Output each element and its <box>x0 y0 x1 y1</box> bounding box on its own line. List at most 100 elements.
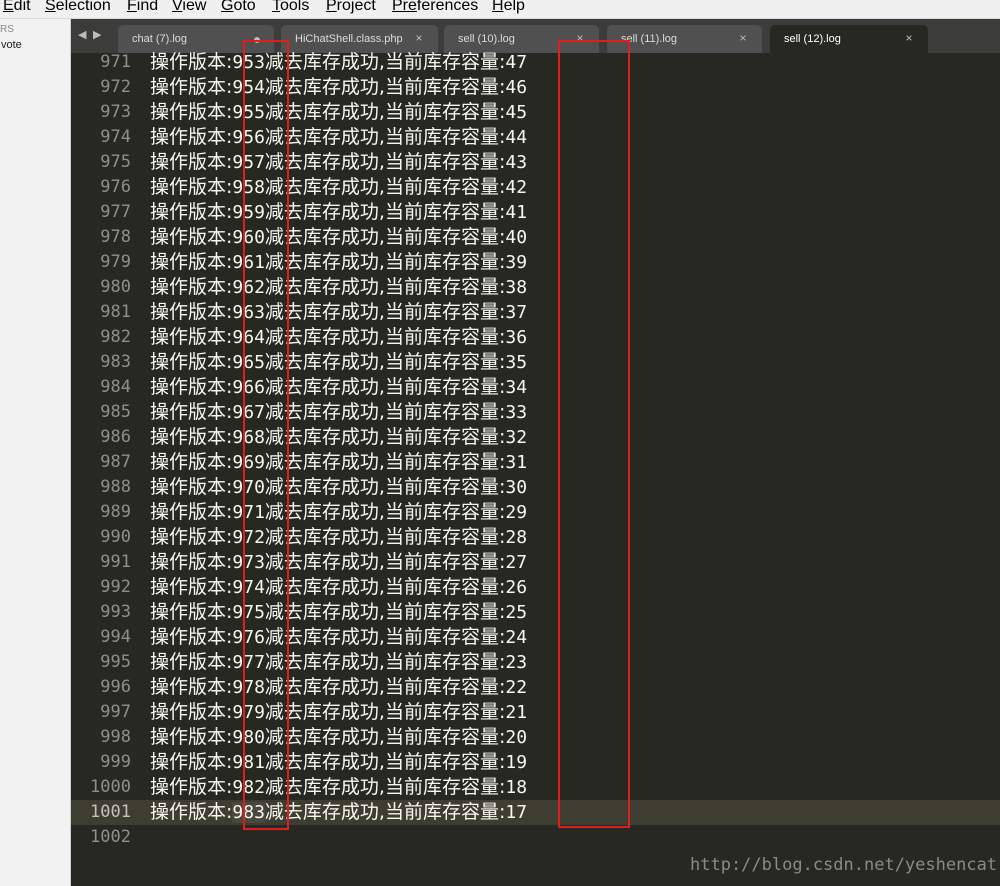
menu-item[interactable]: Preferences <box>392 0 478 14</box>
stock-quantity: 35 <box>505 352 528 373</box>
code-line: 操作版本:969减去库存成功,当前库存容量:31 <box>150 450 527 475</box>
line-number: 998 <box>100 727 131 747</box>
line-message: 减去库存成功,当前库存容量: <box>264 526 506 548</box>
menu-item[interactable]: Tools <box>272 0 309 14</box>
editor[interactable]: 971 972 973 974 975 976 977 978 979 980 981 982 983 9… <box>71 50 1000 886</box>
line-prefix: 操作版本: <box>150 201 233 223</box>
line-prefix: 操作版本: <box>150 476 233 498</box>
code-line: 操作版本:983减去库存成功,当前库存容量:17 <box>150 800 527 825</box>
code-line: 操作版本:959减去库存成功,当前库存容量:41 <box>150 200 527 225</box>
line-prefix: 操作版本: <box>150 676 233 698</box>
line-prefix: 操作版本: <box>150 51 233 73</box>
code-line: 操作版本:981减去库存成功,当前库存容量:19 <box>150 750 527 775</box>
tab-label: HiChatShell.class.php <box>295 33 403 45</box>
stock-quantity: 36 <box>505 327 528 348</box>
line-number: 995 <box>100 652 131 672</box>
stock-quantity: 17 <box>505 802 528 823</box>
line-prefix: 操作版本: <box>150 501 233 523</box>
code-line: 操作版本:976减去库存成功,当前库存容量:24 <box>150 625 527 650</box>
line-message: 减去库存成功,当前库存容量: <box>264 626 506 648</box>
line-message: 减去库存成功,当前库存容量: <box>264 101 506 123</box>
close-icon[interactable]: × <box>412 31 426 45</box>
tab[interactable]: sell (11).log × <box>607 25 762 53</box>
tab-scroll-right-icon[interactable]: ▶ <box>93 28 101 41</box>
line-message: 减去库存成功,当前库存容量: <box>264 226 506 248</box>
stock-quantity: 19 <box>505 752 528 773</box>
code-line: 操作版本:982减去库存成功,当前库存容量:18 <box>150 775 527 800</box>
stock-quantity: 31 <box>505 452 528 473</box>
line-prefix: 操作版本: <box>150 226 233 248</box>
line-message: 减去库存成功,当前库存容量: <box>264 451 506 473</box>
line-prefix: 操作版本: <box>150 451 233 473</box>
line-number: 989 <box>100 502 131 522</box>
line-number: 980 <box>100 277 131 297</box>
line-number: 994 <box>100 627 131 647</box>
tab[interactable]: HiChatShell.class.php × <box>281 25 438 53</box>
line-message: 减去库存成功,当前库存容量: <box>264 801 506 823</box>
line-prefix: 操作版本: <box>150 576 233 598</box>
line-prefix: 操作版本: <box>150 776 233 798</box>
line-number: 990 <box>100 527 131 547</box>
stock-quantity: 46 <box>505 77 528 98</box>
line-number: 972 <box>100 77 131 97</box>
stock-quantity: 32 <box>505 427 528 448</box>
code-line: 操作版本:964减去库存成功,当前库存容量:36 <box>150 325 527 350</box>
code-line: 操作版本:953减去库存成功,当前库存容量:47 <box>150 50 527 75</box>
stock-quantity: 42 <box>505 177 528 198</box>
watermark: http://blog.csdn.net/yeshencat <box>690 855 998 875</box>
code-line: 操作版本:974减去库存成功,当前库存容量:26 <box>150 575 527 600</box>
menu-item[interactable]: Goto <box>221 0 256 14</box>
sidebar-file-item[interactable]: vote <box>1 39 22 51</box>
stock-quantity: 30 <box>505 477 528 498</box>
stock-quantity: 41 <box>505 202 528 223</box>
stock-quantity: 40 <box>505 227 528 248</box>
tab-label: chat (7).log <box>132 33 188 45</box>
line-number: 988 <box>100 477 131 497</box>
stock-quantity: 44 <box>505 127 528 148</box>
code-line: 操作版本:962减去库存成功,当前库存容量:38 <box>150 275 527 300</box>
tab[interactable]: sell (12).log × <box>770 25 928 53</box>
menu-item[interactable]: Project <box>326 0 376 14</box>
tab-label: sell (10).log <box>458 33 515 45</box>
line-message: 减去库存成功,当前库存容量: <box>264 726 506 748</box>
menu-item[interactable]: View <box>172 0 206 14</box>
line-prefix: 操作版本: <box>150 401 233 423</box>
line-prefix: 操作版本: <box>150 701 233 723</box>
code-line: 操作版本:978减去库存成功,当前库存容量:22 <box>150 675 527 700</box>
line-message: 减去库存成功,当前库存容量: <box>264 426 506 448</box>
stock-quantity: 43 <box>505 152 528 173</box>
code-line: 操作版本:955减去库存成功,当前库存容量:45 <box>150 100 527 125</box>
line-prefix: 操作版本: <box>150 276 233 298</box>
menu-item[interactable]: Find <box>127 0 158 14</box>
line-prefix: 操作版本: <box>150 626 233 648</box>
stock-quantity: 26 <box>505 577 528 598</box>
line-message: 减去库存成功,当前库存容量: <box>264 651 506 673</box>
line-message: 减去库存成功,当前库存容量: <box>264 476 506 498</box>
line-message: 减去库存成功,当前库存容量: <box>264 501 506 523</box>
line-prefix: 操作版本: <box>150 126 233 148</box>
line-prefix: 操作版本: <box>150 376 233 398</box>
close-icon[interactable]: × <box>736 31 750 45</box>
code-line: 操作版本:979减去库存成功,当前库存容量:21 <box>150 700 527 725</box>
line-number: 974 <box>100 127 131 147</box>
line-message: 减去库存成功,当前库存容量: <box>264 376 506 398</box>
menu-item[interactable]: Edit <box>3 0 31 14</box>
line-prefix: 操作版本: <box>150 251 233 273</box>
code-line: 操作版本:977减去库存成功,当前库存容量:23 <box>150 650 527 675</box>
stock-quantity: 21 <box>505 702 528 723</box>
menu-item[interactable]: Selection <box>45 0 111 14</box>
code-line: 操作版本:960减去库存成功,当前库存容量:40 <box>150 225 527 250</box>
stock-quantity: 47 <box>505 52 528 73</box>
line-number: 976 <box>100 177 131 197</box>
code-line: 操作版本:971减去库存成功,当前库存容量:29 <box>150 500 527 525</box>
line-message: 减去库存成功,当前库存容量: <box>264 576 506 598</box>
close-icon[interactable]: × <box>902 31 916 45</box>
line-number: 975 <box>100 152 131 172</box>
line-message: 减去库存成功,当前库存容量: <box>264 76 506 98</box>
stock-quantity: 37 <box>505 302 528 323</box>
tab-scroll-left-icon[interactable]: ◀ <box>78 28 86 41</box>
stock-quantity: 25 <box>505 602 528 623</box>
menu-item[interactable]: Help <box>492 0 525 14</box>
line-message: 减去库存成功,当前库存容量: <box>264 351 506 373</box>
line-message: 减去库存成功,当前库存容量: <box>264 676 506 698</box>
